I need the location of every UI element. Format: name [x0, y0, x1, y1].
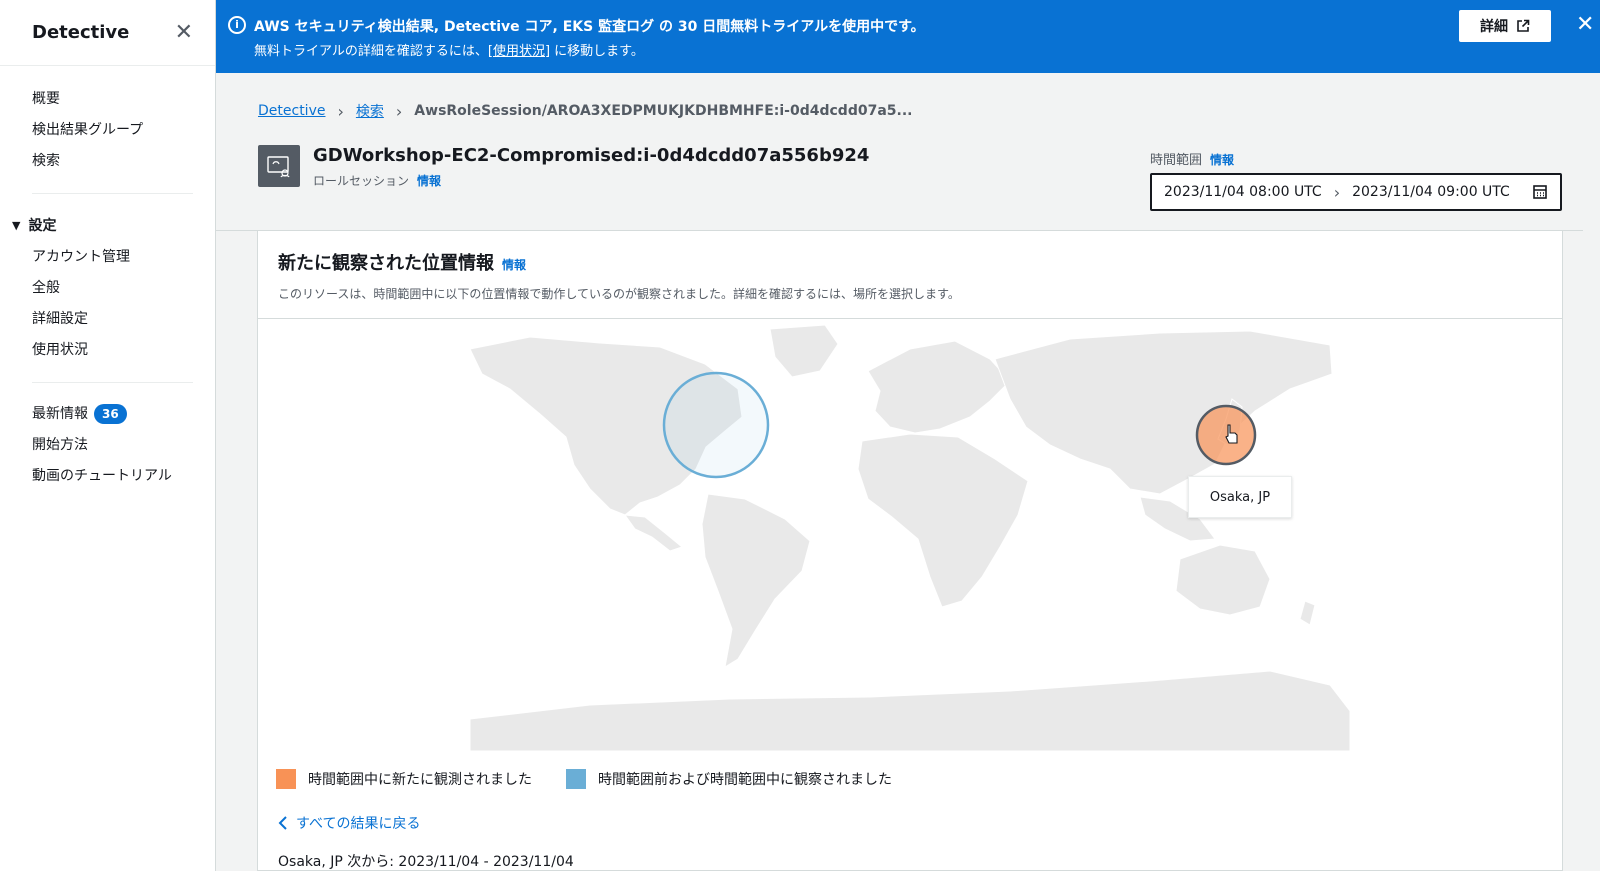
- world-map[interactable]: [469, 319, 1351, 752]
- sidebar-item-finding-groups[interactable]: 検出結果グループ: [32, 115, 215, 146]
- panel-description: このリソースは、時間範囲中に以下の位置情報で動作しているのが観察されました。詳細…: [278, 287, 960, 301]
- close-icon[interactable]: ✕: [175, 21, 193, 44]
- map-tooltip: Osaka, JP: [1188, 476, 1292, 518]
- map-africa: [857, 433, 1029, 608]
- panel-title: 新たに観察された位置情報: [278, 253, 494, 274]
- info-icon: i: [228, 16, 246, 34]
- whats-new-count-badge: 36: [94, 404, 127, 424]
- sidebar-title[interactable]: Detective: [32, 22, 129, 43]
- sidebar-item-general[interactable]: 全般: [32, 273, 215, 304]
- time-range-start: 2023/11/04 08:00 UTC: [1164, 184, 1322, 200]
- resource-info-link[interactable]: 情報: [417, 174, 441, 188]
- banner-message: AWS セキュリティ検出結果, Detective コア, EKS 監査ログ の…: [254, 19, 925, 35]
- map-asia: [994, 330, 1333, 495]
- breadcrumb-search[interactable]: 検索: [356, 101, 384, 121]
- caret-down-icon: ▼: [12, 219, 21, 232]
- time-range-end: 2023/11/04 09:00 UTC: [1352, 184, 1510, 200]
- map-australia: [1175, 544, 1271, 616]
- breadcrumb-detective[interactable]: Detective: [258, 103, 325, 119]
- panel-info-link[interactable]: 情報: [502, 258, 526, 272]
- breadcrumb-current: AwsRoleSession/AROA3XEDPMUKJKDHBMHFE:i-0…: [414, 103, 913, 119]
- sidebar-settings-section: アカウント管理 全般 詳細設定 使用状況: [0, 242, 215, 366]
- map-greenland: [769, 324, 839, 378]
- panel-header: 新たに観察された位置情報 情報 このリソースは、時間範囲中に以下の位置情報で動作し…: [258, 231, 1562, 319]
- location-marker-osaka: [1195, 404, 1257, 466]
- sidebar-item-video-tutorial[interactable]: 動画のチュートリアル: [32, 461, 215, 492]
- page-title: GDWorkshop-EC2-Compromised:i-0d4dcdd07a5…: [313, 145, 870, 166]
- newly-observed-geolocations-panel: 新たに観察された位置情報 情報 このリソースは、時間範囲中に以下の位置情報で動作し…: [257, 231, 1563, 871]
- map-new-zealand: [1299, 600, 1316, 626]
- selected-location-text: Osaka, JP 次から: 2023/11/04 - 2023/11/04: [278, 854, 574, 870]
- time-range-label: 時間範囲 情報: [1150, 149, 1234, 168]
- back-to-all-results-link[interactable]: すべての結果に戻る: [278, 813, 420, 833]
- chevron-right-icon: ›: [1333, 182, 1341, 202]
- sidebar-item-overview[interactable]: 概要: [32, 84, 215, 115]
- map-europe: [867, 340, 1011, 434]
- sidebar-item-search[interactable]: 検索: [32, 146, 215, 177]
- sidebar-divider: [32, 382, 193, 383]
- sidebar-settings-label: 設定: [28, 218, 57, 234]
- chevron-right-icon: ›: [395, 101, 403, 121]
- time-range-label-text: 時間範囲: [1150, 153, 1203, 168]
- panel-title-row: 新たに観察された位置情報 情報: [278, 249, 1542, 275]
- map-south-america: [701, 493, 811, 669]
- banner-detail-suffix: に移動します。: [550, 44, 644, 59]
- time-range-info-link[interactable]: 情報: [1210, 153, 1234, 167]
- whats-new-label: 最新情報: [32, 406, 88, 422]
- orange-swatch: [276, 769, 296, 789]
- location-marker-us-east: [662, 371, 770, 479]
- sidebar-item-whats-new[interactable]: 最新情報 36: [32, 399, 215, 430]
- sidebar-item-advanced-settings[interactable]: 詳細設定: [32, 304, 215, 335]
- time-range-picker[interactable]: 2023/11/04 08:00 UTC › 2023/11/04 09:00 …: [1150, 173, 1562, 211]
- legend-item-both: 時間範囲前および時間範囲中に観察されました: [566, 769, 892, 789]
- details-button-label: 詳細: [1480, 19, 1508, 35]
- sidebar-item-getting-started[interactable]: 開始方法: [32, 430, 215, 461]
- sidebar-resources-section: 最新情報 36 開始方法 動画のチュートリアル: [0, 399, 215, 492]
- sidebar-divider: [32, 193, 193, 194]
- chevron-right-icon: ›: [337, 101, 344, 121]
- sidebar-main-section: 概要 検出結果グループ 検索: [0, 66, 215, 177]
- page-scrollbar[interactable]: [1583, 73, 1600, 871]
- side-navigation: Detective ✕ 概要 検出結果グループ 検索 ▼ 設定 アカウント管理 …: [0, 0, 216, 871]
- map-antarctica: [469, 670, 1351, 752]
- blue-swatch: [566, 769, 586, 789]
- legend-item-new: 時間範囲中に新たに観測されました: [276, 769, 532, 789]
- details-button[interactable]: 詳細: [1459, 10, 1551, 42]
- calendar-icon[interactable]: [1532, 184, 1548, 200]
- resource-type-label: ロールセッション: [313, 174, 410, 188]
- sidebar-item-usage[interactable]: 使用状況: [32, 335, 215, 366]
- external-link-icon: [1517, 19, 1530, 32]
- role-session-icon: [258, 145, 300, 187]
- usage-link[interactable]: [使用状況]: [488, 44, 550, 59]
- free-trial-banner: i AWS セキュリティ検出結果, Detective コア, EKS 監査ログ…: [216, 0, 1600, 73]
- banner-detail-text: 無料トライアルの詳細を確認するには、[使用状況] に移動します。: [254, 40, 644, 59]
- sidebar-item-account-management[interactable]: アカウント管理: [32, 242, 215, 273]
- page-header: Detective › 検索 › AwsRoleSession/AROA3XED…: [216, 73, 1600, 231]
- breadcrumb: Detective › 検索 › AwsRoleSession/AROA3XED…: [258, 101, 912, 121]
- map-central-america: [623, 514, 684, 552]
- chevron-left-icon: [278, 816, 287, 830]
- legend-label-both: 時間範囲前および時間範囲中に観察されました: [598, 772, 892, 788]
- back-link-label: すべての結果に戻る: [296, 816, 421, 832]
- map-legend: 時間範囲中に新たに観測されました 時間範囲前および時間範囲中に観察されました: [276, 769, 926, 789]
- legend-label-new: 時間範囲中に新たに観測されました: [308, 772, 532, 788]
- resource-type: ロールセッション 情報: [313, 172, 441, 189]
- banner-detail-prefix: 無料トライアルの詳細を確認するには、: [254, 44, 488, 59]
- sidebar-header: Detective ✕: [0, 0, 215, 66]
- sidebar-settings-toggle[interactable]: ▼ 設定: [0, 210, 215, 242]
- close-icon[interactable]: ✕: [1576, 14, 1594, 36]
